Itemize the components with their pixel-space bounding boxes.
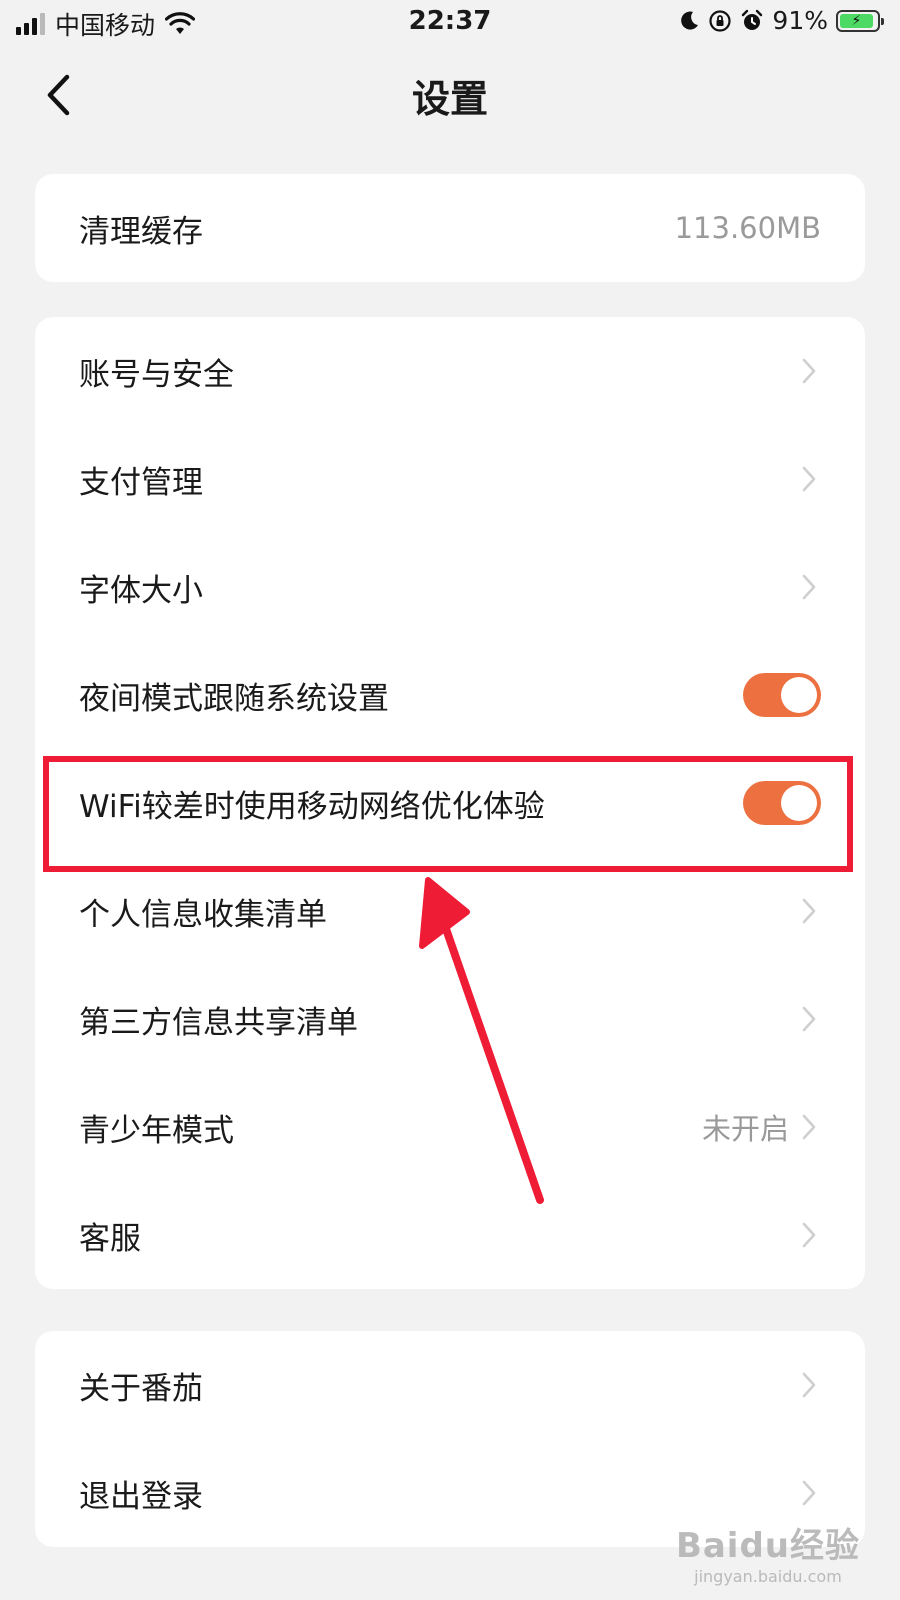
watermark: Baidu经验 jingyan.baidu.com xyxy=(676,1518,860,1586)
watermark-url: jingyan.baidu.com xyxy=(694,1567,842,1586)
annotation-arrow xyxy=(419,877,544,1204)
watermark-brand: Baidu经验 xyxy=(675,1526,860,1566)
